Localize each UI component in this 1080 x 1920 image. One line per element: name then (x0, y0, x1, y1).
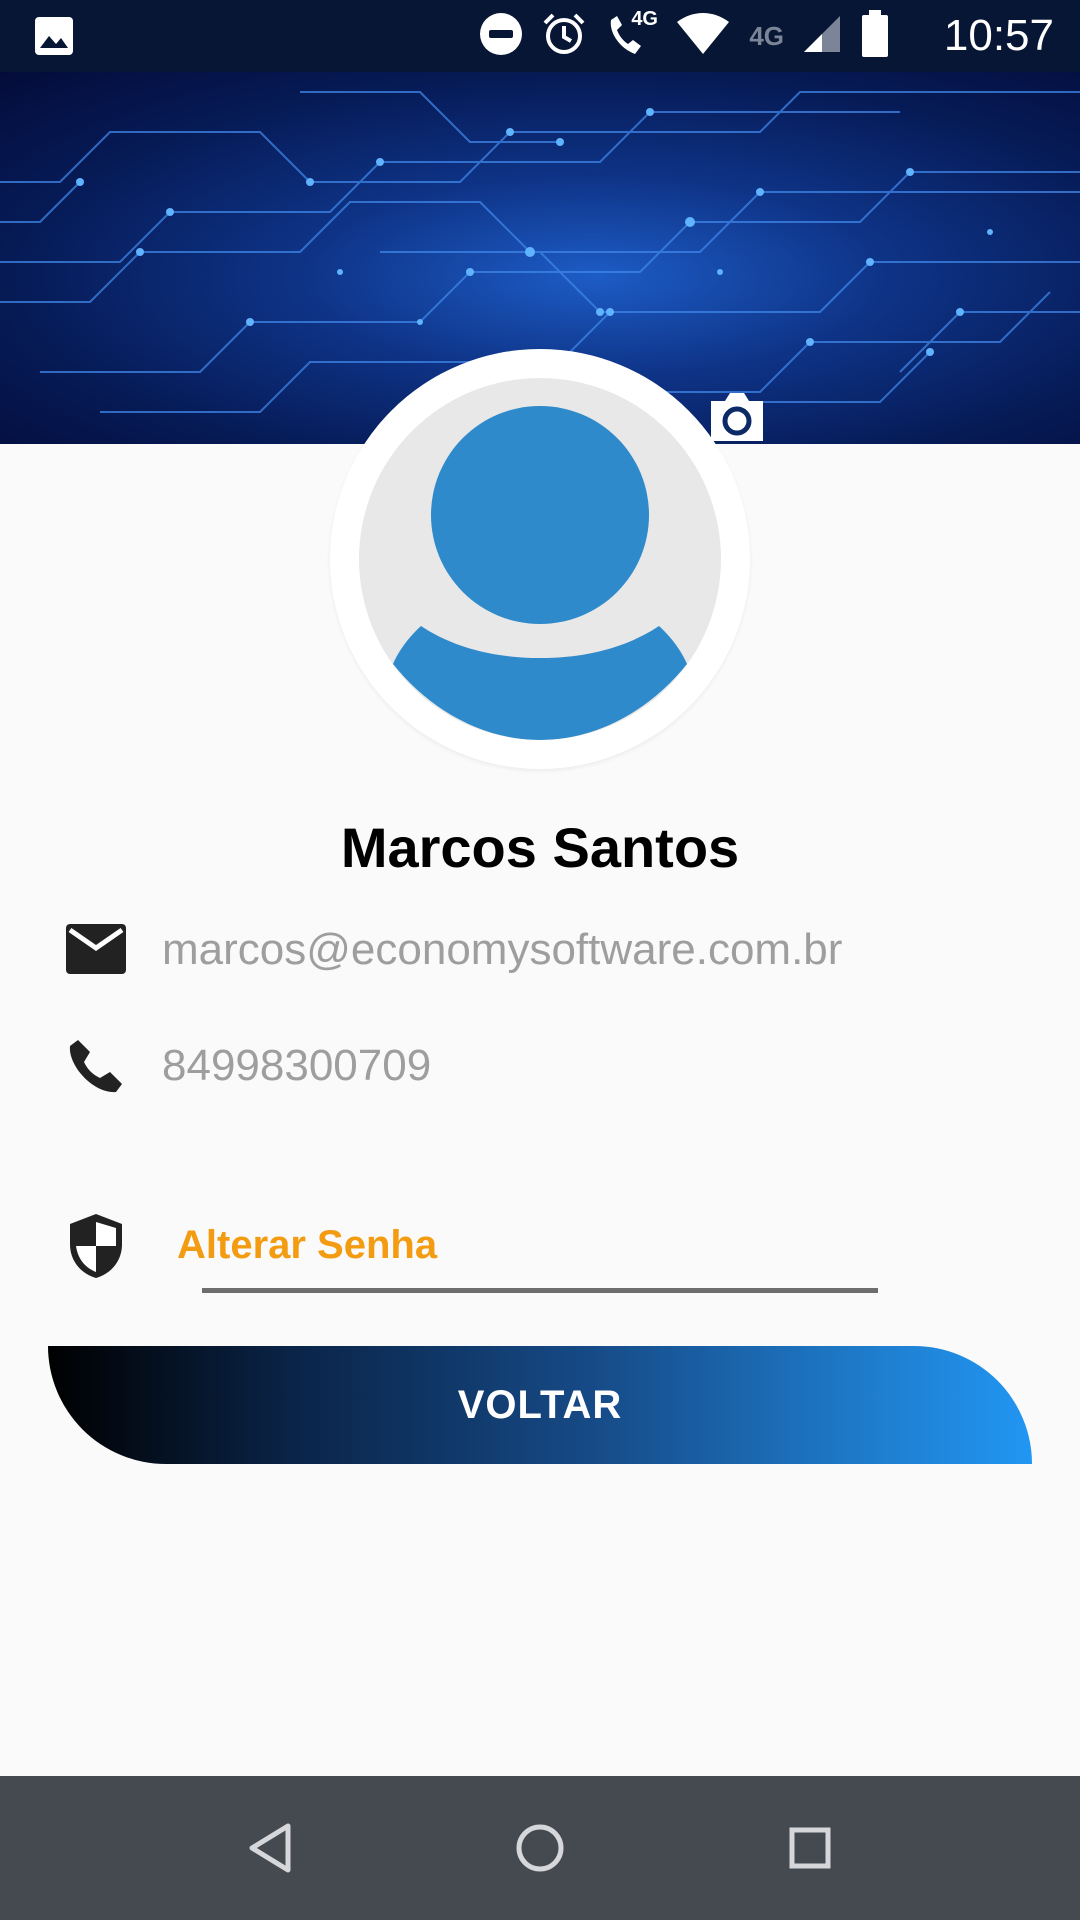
phone-row: 84998300709 (0, 1036, 1080, 1126)
user-name: Marcos Santos (340, 816, 740, 879)
change-password-underline (202, 1288, 878, 1293)
alarm-icon (541, 11, 587, 62)
signal-icon (802, 14, 842, 59)
email-icon (66, 924, 126, 979)
back-button[interactable]: VOLTAR (48, 1346, 1032, 1464)
change-password-row[interactable]: Alterar Senha (0, 1200, 1080, 1300)
network-type-label: 4G (631, 8, 658, 30)
clock: 10:57 (943, 11, 1054, 60)
wifi-calling-icon: 4G (605, 8, 658, 60)
email-value: marcos@economysoftware.com.br (162, 925, 843, 974)
back-nav-icon[interactable] (240, 1818, 300, 1878)
battery-icon (860, 9, 890, 63)
user-silhouette-icon (393, 406, 687, 740)
camera-button[interactable] (707, 391, 767, 443)
shield-icon (66, 1212, 126, 1285)
change-password-link[interactable]: Alterar Senha (177, 1218, 437, 1272)
home-nav-icon[interactable] (510, 1818, 570, 1878)
do-not-disturb-icon (479, 12, 523, 61)
status-bar: 4G 4G 10:57 (0, 0, 1080, 72)
phone-icon (66, 1038, 124, 1101)
recents-nav-icon[interactable] (780, 1818, 840, 1878)
avatar-placeholder (359, 378, 721, 740)
camera-icon (711, 393, 763, 441)
profile-avatar[interactable] (330, 349, 750, 769)
network-type-label-secondary: 4G (749, 20, 784, 51)
wifi-icon (675, 12, 731, 61)
email-row: marcos@economysoftware.com.br (0, 920, 1080, 1010)
phone-value: 84998300709 (162, 1041, 432, 1090)
image-icon (34, 16, 74, 56)
system-navigation-bar (0, 1776, 1080, 1920)
